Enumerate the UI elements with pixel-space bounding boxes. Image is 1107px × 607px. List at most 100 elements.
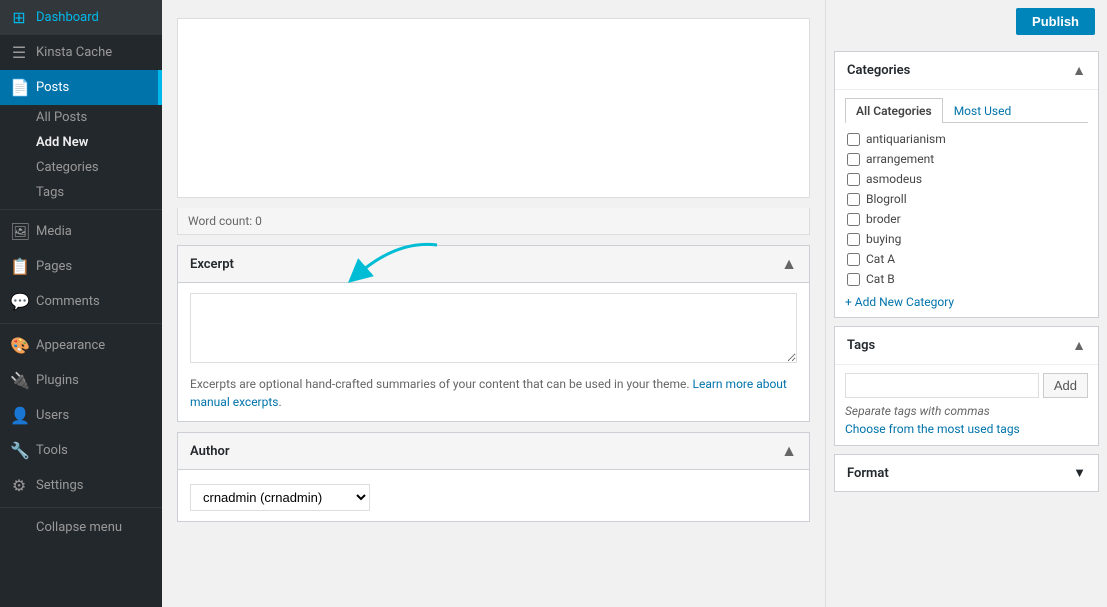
sidebar-item-label: Comments bbox=[36, 294, 100, 309]
cat-item-arrangement: arrangement bbox=[845, 149, 1084, 169]
tags-widget: Tags ▲ Add Separate tags with commas Cho… bbox=[834, 326, 1099, 446]
excerpt-metabox: Excerpt ▲ Excerpts are optional hand-cra… bbox=[177, 245, 810, 422]
media-icon: 🖼 bbox=[10, 222, 28, 241]
excerpt-textarea[interactable] bbox=[190, 293, 797, 363]
sidebar-item-settings[interactable]: ⚙ Settings bbox=[0, 468, 162, 503]
sidebar-item-label: Dashboard bbox=[36, 10, 99, 25]
sidebar-item-posts[interactable]: 📄 Posts bbox=[0, 70, 162, 105]
author-select[interactable]: crnadmin (crnadmin) bbox=[190, 484, 370, 511]
cat-label-buying[interactable]: buying bbox=[866, 232, 901, 246]
cat-label-asmodeus[interactable]: asmodeus bbox=[866, 172, 922, 186]
tab-all-categories[interactable]: All Categories bbox=[845, 98, 943, 123]
cat-checkbox-antiquarianism[interactable] bbox=[847, 133, 860, 146]
sidebar-item-users[interactable]: 👤 Users bbox=[0, 398, 162, 433]
tags-input[interactable] bbox=[845, 373, 1039, 398]
cat-item-antiquarianism: antiquarianism bbox=[845, 129, 1084, 149]
cat-label-blogroll[interactable]: Blogroll bbox=[866, 192, 907, 206]
cat-item-blogroll: Blogroll bbox=[845, 189, 1084, 209]
tab-most-used[interactable]: Most Used bbox=[943, 98, 1023, 123]
author-toggle-btn[interactable]: ▲ bbox=[781, 441, 797, 461]
cat-label-cat-b[interactable]: Cat B bbox=[866, 272, 895, 286]
cat-checkbox-cat-a[interactable] bbox=[847, 253, 860, 266]
cat-label-antiquarianism[interactable]: antiquarianism bbox=[866, 132, 946, 146]
tags-title: Tags bbox=[847, 338, 875, 353]
sidebar-item-label: Media bbox=[36, 224, 72, 239]
cat-label-cat-a[interactable]: Cat A bbox=[866, 252, 895, 266]
tags-header[interactable]: Tags ▲ bbox=[835, 327, 1098, 365]
content-area: Word count: 0 Excerpt ▲ Excerpts are opt… bbox=[162, 0, 825, 607]
plugins-icon: 🔌 bbox=[10, 371, 28, 390]
sidebar-item-media[interactable]: 🖼 Media bbox=[0, 214, 162, 249]
cat-item-buying: buying bbox=[845, 229, 1084, 249]
sidebar-item-tools[interactable]: 🔧 Tools bbox=[0, 433, 162, 468]
tags-toggle-icon[interactable]: ▲ bbox=[1072, 337, 1086, 354]
cat-checkbox-asmodeus[interactable] bbox=[847, 173, 860, 186]
tags-input-row: Add bbox=[845, 373, 1088, 398]
categories-toggle-icon[interactable]: ▲ bbox=[1072, 62, 1086, 79]
categories-tabs: All Categories Most Used bbox=[845, 98, 1088, 123]
publish-button[interactable]: Publish bbox=[1016, 8, 1095, 35]
tags-hint: Separate tags with commas bbox=[845, 404, 1088, 418]
format-toggle-icon[interactable]: ▼ bbox=[1073, 465, 1086, 481]
sidebar-divider bbox=[0, 209, 162, 210]
sidebar-item-label: Posts bbox=[36, 80, 69, 95]
cat-checkbox-blogroll[interactable] bbox=[847, 193, 860, 206]
author-header[interactable]: Author ▲ bbox=[178, 433, 809, 470]
word-count-text: Word count: 0 bbox=[188, 214, 262, 228]
cat-checkbox-broder[interactable] bbox=[847, 213, 860, 226]
add-new-category-link[interactable]: + Add New Category bbox=[845, 295, 1088, 309]
excerpt-body: Excerpts are optional hand-crafted summa… bbox=[178, 283, 809, 421]
sidebar-item-label: Appearance bbox=[36, 338, 105, 353]
sidebar-item-label: Tools bbox=[36, 443, 68, 458]
author-metabox: Author ▲ crnadmin (crnadmin) bbox=[177, 432, 810, 522]
sidebar-item-plugins[interactable]: 🔌 Plugins bbox=[0, 363, 162, 398]
cat-checkbox-cat-b[interactable] bbox=[847, 273, 860, 286]
categories-list-wrap: antiquarianism arrangement asmodeus Blogrol… bbox=[845, 129, 1088, 289]
kinsta-cache-icon: ☰ bbox=[10, 43, 28, 62]
cat-label-broder[interactable]: broder bbox=[866, 212, 901, 226]
excerpt-metabox-wrap: Excerpt ▲ Excerpts are optional hand-cra… bbox=[177, 245, 810, 422]
sidebar-item-dashboard[interactable]: ⊞ Dashboard bbox=[0, 0, 162, 35]
settings-icon: ⚙ bbox=[10, 476, 28, 495]
active-indicator bbox=[158, 70, 162, 105]
categories-title: Categories bbox=[847, 63, 910, 78]
tags-body: Add Separate tags with commas Choose fro… bbox=[835, 365, 1098, 445]
excerpt-header[interactable]: Excerpt ▲ bbox=[178, 246, 809, 283]
tags-most-used-link[interactable]: Choose from the most used tags bbox=[845, 422, 1020, 436]
right-sidebar: Publish Categories ▲ All Categories Most… bbox=[825, 0, 1107, 607]
format-header[interactable]: Format ▼ bbox=[835, 455, 1098, 491]
sidebar-item-label: Settings bbox=[36, 478, 83, 493]
sidebar-divider-3 bbox=[0, 507, 162, 508]
sidebar-item-comments[interactable]: 💬 Comments bbox=[0, 284, 162, 319]
author-select-wrap: crnadmin (crnadmin) bbox=[190, 484, 797, 511]
format-widget: Format ▼ bbox=[834, 454, 1099, 492]
cat-checkbox-buying[interactable] bbox=[847, 233, 860, 246]
excerpt-title: Excerpt bbox=[190, 257, 234, 272]
sidebar-item-label: Users bbox=[36, 408, 69, 423]
cat-checkbox-arrangement[interactable] bbox=[847, 153, 860, 166]
editor-area[interactable] bbox=[177, 18, 810, 198]
categories-header[interactable]: Categories ▲ bbox=[835, 52, 1098, 90]
pages-icon: 📋 bbox=[10, 257, 28, 276]
sidebar-subitem-add-new[interactable]: Add New bbox=[0, 130, 162, 155]
sidebar-subitem-categories[interactable]: Categories bbox=[0, 155, 162, 180]
cat-item-cat-a: Cat A bbox=[845, 249, 1084, 269]
cat-label-arrangement[interactable]: arrangement bbox=[866, 152, 934, 166]
format-title: Format bbox=[847, 466, 889, 481]
cat-item-broder: broder bbox=[845, 209, 1084, 229]
cat-item-asmodeus: asmodeus bbox=[845, 169, 1084, 189]
tags-add-button[interactable]: Add bbox=[1043, 373, 1088, 398]
comments-icon: 💬 bbox=[10, 292, 28, 311]
categories-list: antiquarianism arrangement asmodeus Blogrol… bbox=[845, 129, 1088, 289]
dashboard-icon: ⊞ bbox=[10, 8, 28, 27]
sidebar-subitem-all-posts[interactable]: All Posts bbox=[0, 105, 162, 130]
sidebar-item-kinsta-cache[interactable]: ☰ Kinsta Cache bbox=[0, 35, 162, 70]
author-title: Author bbox=[190, 444, 230, 459]
sidebar-item-appearance[interactable]: 🎨 Appearance bbox=[0, 328, 162, 363]
collapse-menu-btn[interactable]: Collapse menu bbox=[0, 512, 162, 543]
sidebar-item-pages[interactable]: 📋 Pages bbox=[0, 249, 162, 284]
excerpt-toggle-btn[interactable]: ▲ bbox=[781, 254, 797, 274]
sidebar-divider-2 bbox=[0, 323, 162, 324]
sidebar-subitem-tags[interactable]: Tags bbox=[0, 180, 162, 205]
categories-body: All Categories Most Used antiquarianisma… bbox=[835, 90, 1098, 317]
